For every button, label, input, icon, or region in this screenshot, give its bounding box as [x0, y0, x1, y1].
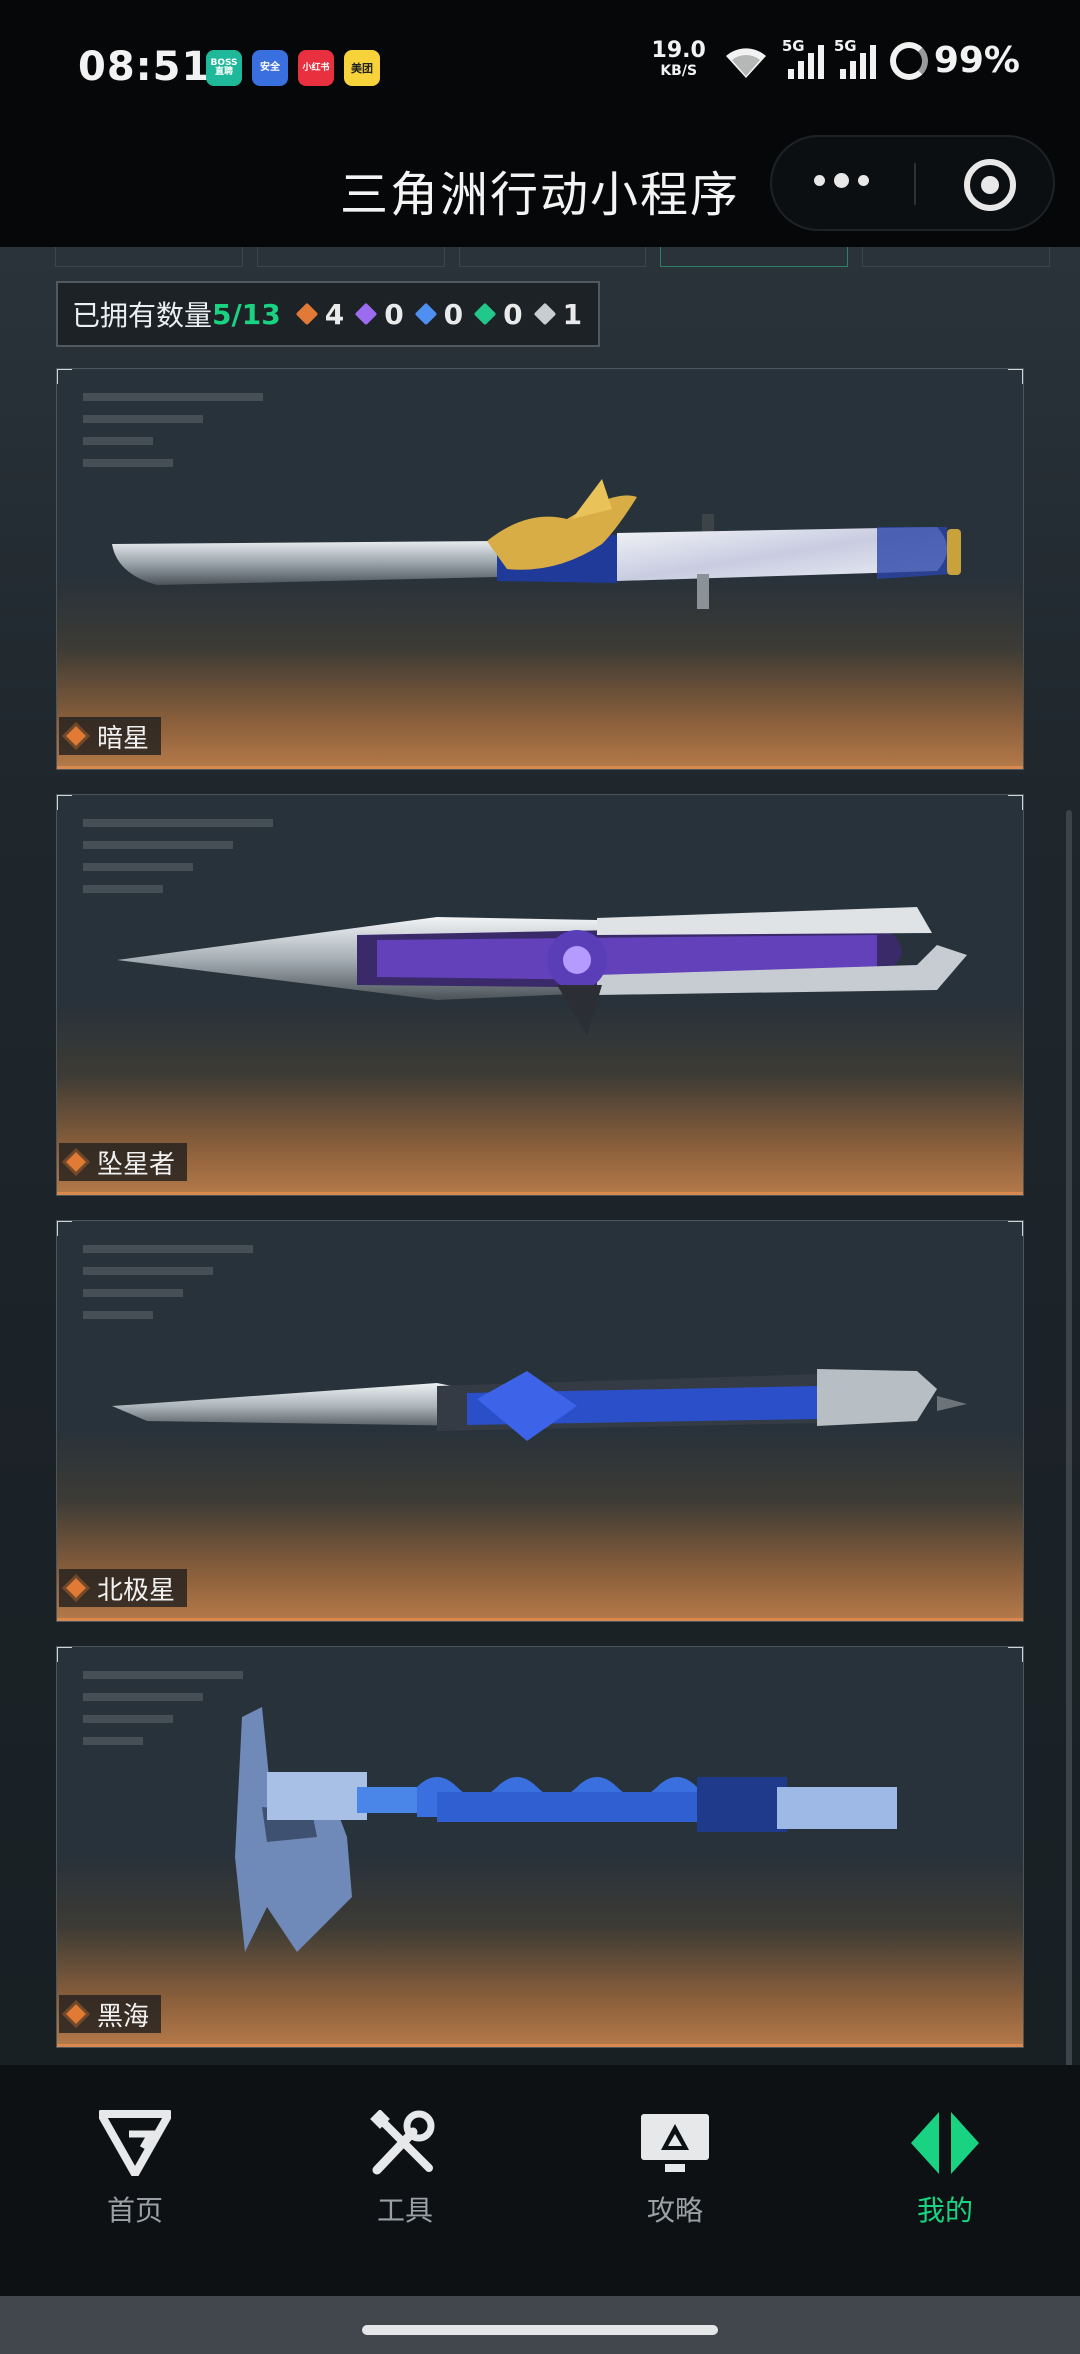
notification-app-icons: BOSS直聘 安全 小红书 美团: [206, 50, 380, 86]
battery-icon: [889, 41, 928, 80]
boss-app-icon: BOSS直聘: [206, 50, 242, 86]
owned-count-summary: 已拥有数量 5/13 4 0 0 0 1: [56, 281, 600, 347]
knife-skin-card[interactable]: 坠星者: [56, 794, 1024, 1196]
mini-program-capsule: [770, 135, 1055, 231]
more-menu-button[interactable]: [814, 173, 869, 188]
axe-skin-card[interactable]: 黑海: [56, 1646, 1024, 2048]
orange-rarity-count: 4: [295, 298, 344, 331]
orange-diamond-icon: [66, 2004, 86, 2024]
owned-label: 已拥有数量: [72, 299, 213, 332]
category-tab[interactable]: [862, 247, 1050, 267]
home-logo-icon: [99, 2110, 171, 2176]
signal-icon: 5G: [782, 37, 824, 79]
skin-name: 暗星: [97, 723, 150, 754]
knife-image: [112, 479, 961, 609]
tab-guide[interactable]: 攻略: [540, 2065, 810, 2296]
meituan-app-icon: 美团: [344, 50, 380, 86]
purple-rarity-count: 0: [354, 298, 404, 331]
mini-program-title-bar: 三角洲行动小程序: [0, 135, 1080, 247]
purple-diamond-icon: [354, 302, 378, 326]
tab-home-label: 首页: [106, 2194, 163, 2227]
knife-skin-card[interactable]: 北极星: [56, 1220, 1024, 1622]
category-tab[interactable]: [55, 247, 243, 267]
page-title: 三角洲行动小程序: [340, 167, 741, 223]
tab-home[interactable]: 首页: [0, 2065, 270, 2296]
axe-image: [235, 1707, 897, 1952]
tab-tools[interactable]: 工具: [270, 2065, 540, 2296]
status-indicators: 19.0 KB/S 5G 5G 99%: [651, 37, 1020, 82]
white-rarity-count: 1: [533, 298, 582, 331]
category-tab[interactable]: [458, 247, 647, 267]
skin-name: 坠星者: [97, 1149, 176, 1180]
orange-diamond-icon: [66, 726, 86, 746]
home-indicator[interactable]: [362, 2325, 718, 2335]
tab-profile-label: 我的: [916, 2194, 973, 2227]
bottom-tab-bar: 首页 工具 攻略 我的: [0, 2065, 1080, 2296]
collection-content[interactable]: 已拥有数量 5/13 4 0 0 0 1 暗星 坠星者 北极星 黑海: [0, 247, 1080, 2065]
status-bar: 08:51 BOSS直聘 安全 小红书 美团 19.0 KB/S 5G 5G 9…: [0, 0, 1080, 135]
skin-name-tag: 暗星: [59, 717, 162, 755]
knife-image: [117, 907, 967, 1035]
tab-tools-label: 工具: [376, 2194, 433, 2227]
skin-name: 黑海: [97, 2001, 150, 2032]
security-app-icon: 安全: [252, 50, 288, 86]
category-tab[interactable]: [256, 247, 445, 267]
scrollbar[interactable]: [1066, 810, 1072, 2065]
blue-diamond-icon: [414, 302, 437, 326]
knife-skin-card[interactable]: 暗星: [56, 368, 1024, 770]
wifi-icon: [725, 47, 766, 78]
xiaohongshu-app-icon: 小红书: [298, 50, 334, 86]
blue-rarity-count: 0: [414, 298, 463, 331]
orange-diamond-icon: [66, 1578, 86, 1598]
profile-logo-icon: [911, 2112, 979, 2174]
green-diamond-icon: [473, 302, 497, 326]
skin-name-tag: 黑海: [59, 1995, 162, 2033]
skin-name: 北极星: [97, 1575, 176, 1606]
guide-monitor-icon: [641, 2114, 709, 2172]
skin-name-tag: 北极星: [59, 1569, 188, 1607]
tools-icon: [370, 2110, 435, 2175]
battery-indicator: 99%: [889, 40, 1020, 81]
white-diamond-icon: [533, 302, 556, 326]
category-tabs-strip: [55, 247, 1050, 267]
orange-diamond-icon: [295, 302, 319, 326]
green-rarity-count: 0: [473, 298, 523, 331]
orange-diamond-icon: [66, 1152, 86, 1172]
close-mini-program-button[interactable]: [964, 159, 1016, 211]
status-time: 08:51: [78, 44, 211, 90]
skin-name-tag: 坠星者: [59, 1143, 188, 1181]
owned-count: 5/13: [212, 297, 281, 331]
capsule-divider: [914, 163, 916, 205]
tab-guide-label: 攻略: [646, 2194, 703, 2227]
signal-icon: 5G: [834, 37, 876, 79]
knife-image: [112, 1369, 967, 1441]
category-tab-active[interactable]: [660, 247, 849, 267]
tab-profile[interactable]: 我的: [810, 2065, 1080, 2296]
network-speed: 19.0 KB/S: [651, 37, 706, 79]
